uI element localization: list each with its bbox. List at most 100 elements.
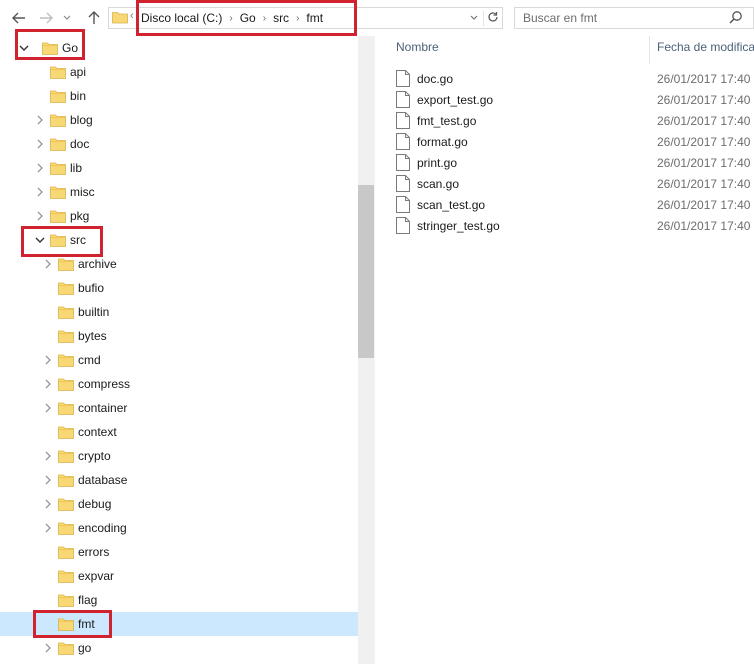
tree-item-container[interactable]: container (0, 396, 358, 420)
tree-item-flag[interactable]: flag (0, 588, 358, 612)
folder-icon (58, 497, 74, 511)
tree-item-errors[interactable]: errors (0, 540, 358, 564)
file-row[interactable]: format.go 26/01/2017 17:40 (390, 131, 754, 152)
file-row[interactable]: print.go 26/01/2017 17:40 (390, 152, 754, 173)
tree-item-go[interactable]: go (0, 636, 358, 660)
tree-item-label: bufio (78, 281, 105, 295)
chevron-right-icon[interactable] (34, 113, 46, 127)
chevron-right-icon[interactable] (42, 497, 54, 511)
file-modified-date: 26/01/2017 17:40 (657, 93, 751, 107)
chevron-right-icon[interactable] (42, 353, 54, 367)
file-modified-date: 26/01/2017 17:40 (657, 135, 751, 149)
file-row[interactable]: doc.go 26/01/2017 17:40 (390, 68, 754, 89)
tree-item-bin[interactable]: bin (0, 84, 358, 108)
search-input[interactable]: Buscar en fmt (514, 7, 754, 29)
file-row[interactable]: stringer_test.go 26/01/2017 17:40 (390, 215, 754, 236)
tree-item-archive[interactable]: archive (0, 252, 358, 276)
tree-item-pkg[interactable]: pkg (0, 204, 358, 228)
chevron-down-icon[interactable] (18, 41, 30, 55)
breadcrumb-separator-icon[interactable]: › (229, 13, 232, 24)
chevron-right-icon[interactable] (42, 473, 54, 487)
tree-item-label: archive (78, 257, 117, 271)
folder-icon (58, 473, 74, 487)
file-name: fmt_test.go (417, 114, 477, 128)
breadcrumb-item[interactable]: Go (240, 11, 256, 25)
chevron-right-icon[interactable] (34, 161, 46, 175)
file-icon (396, 133, 410, 150)
navigation-pane: Go api bin blog doc lib misc pkg src archive bufio… (0, 36, 374, 664)
pane-divider[interactable] (374, 36, 375, 664)
chevron-right-icon[interactable] (34, 209, 46, 223)
tree-item-encoding[interactable]: encoding (0, 516, 358, 540)
folder-icon (50, 209, 66, 223)
chevron-right-icon[interactable] (42, 377, 54, 391)
column-separator[interactable] (649, 36, 650, 64)
breadcrumb-item[interactable]: src (273, 11, 289, 25)
tree-item-bufio[interactable]: bufio (0, 276, 358, 300)
search-icon[interactable] (729, 10, 743, 24)
tree-item-context[interactable]: context (0, 420, 358, 444)
chevron-right-icon[interactable] (42, 257, 54, 271)
tree-item-label: bin (70, 89, 87, 103)
breadcrumb-item[interactable]: fmt (306, 11, 323, 25)
folder-icon (50, 233, 66, 247)
file-name: format.go (417, 135, 468, 149)
folder-icon (58, 281, 74, 295)
tree-item-api[interactable]: api (0, 60, 358, 84)
tree-item-label: misc (70, 185, 95, 199)
tree-item-misc[interactable]: misc (0, 180, 358, 204)
refresh-icon[interactable] (483, 10, 502, 26)
tree-item-src[interactable]: src (0, 228, 358, 252)
recent-locations-dropdown-icon[interactable] (60, 7, 74, 29)
folder-icon (50, 137, 66, 151)
chevron-right-icon[interactable] (34, 137, 46, 151)
scrollbar-thumb[interactable] (358, 185, 374, 358)
file-row[interactable]: fmt_test.go 26/01/2017 17:40 (390, 110, 754, 131)
tree-item-compress[interactable]: compress (0, 372, 358, 396)
chevron-right-icon[interactable] (34, 185, 46, 199)
tree-item-label: encoding (78, 521, 127, 535)
back-arrow-icon[interactable] (9, 7, 29, 29)
column-header-name[interactable]: Nombre (396, 40, 439, 54)
tree-item-doc[interactable]: doc (0, 132, 358, 156)
chevron-right-icon[interactable] (42, 401, 54, 415)
file-modified-date: 26/01/2017 17:40 (657, 198, 751, 212)
tree-item-label: blog (70, 113, 93, 127)
breadcrumb-separator-icon[interactable]: › (296, 13, 299, 24)
tree-item-crypto[interactable]: crypto (0, 444, 358, 468)
tree-item-blog[interactable]: blog (0, 108, 358, 132)
folder-icon (58, 377, 74, 391)
tree-item-bytes[interactable]: bytes (0, 324, 358, 348)
file-name: export_test.go (417, 93, 494, 107)
breadcrumb-separator-icon[interactable]: › (263, 13, 266, 24)
folder-icon (50, 185, 66, 199)
tree-item-label: go (78, 641, 92, 655)
tree-item-label: bytes (78, 329, 107, 343)
tree-item-fmt[interactable]: fmt (0, 612, 358, 636)
forward-arrow-icon[interactable] (36, 7, 56, 29)
file-row[interactable]: export_test.go 26/01/2017 17:40 (390, 89, 754, 110)
folder-icon (58, 257, 74, 271)
file-row[interactable]: scan.go 26/01/2017 17:40 (390, 173, 754, 194)
breadcrumb-overflow-icon[interactable]: ‹ (130, 10, 134, 22)
tree-item-lib[interactable]: lib (0, 156, 358, 180)
breadcrumb-item[interactable]: Disco local (C:) (141, 11, 222, 25)
column-header-date[interactable]: Fecha de modifica (657, 40, 754, 54)
chevron-down-icon[interactable] (34, 233, 46, 247)
tree-item-builtin[interactable]: builtin (0, 300, 358, 324)
chevron-right-icon[interactable] (42, 449, 54, 463)
tree-item-Go[interactable]: Go (0, 36, 358, 60)
chevron-right-icon[interactable] (42, 641, 54, 655)
chevron-right-icon[interactable] (42, 521, 54, 535)
tree-item-database[interactable]: database (0, 468, 358, 492)
tree-item-cmd[interactable]: cmd (0, 348, 358, 372)
address-history-dropdown-icon[interactable] (465, 12, 483, 24)
address-bar[interactable]: ‹ Disco local (C:) › Go › src › fmt (108, 7, 503, 29)
tree-item-label: cmd (78, 353, 101, 367)
tree-item-expvar[interactable]: expvar (0, 564, 358, 588)
file-row[interactable]: scan_test.go 26/01/2017 17:40 (390, 194, 754, 215)
tree-item-debug[interactable]: debug (0, 492, 358, 516)
file-icon (396, 196, 410, 213)
up-arrow-icon[interactable] (84, 7, 104, 29)
file-name: scan.go (417, 177, 460, 191)
